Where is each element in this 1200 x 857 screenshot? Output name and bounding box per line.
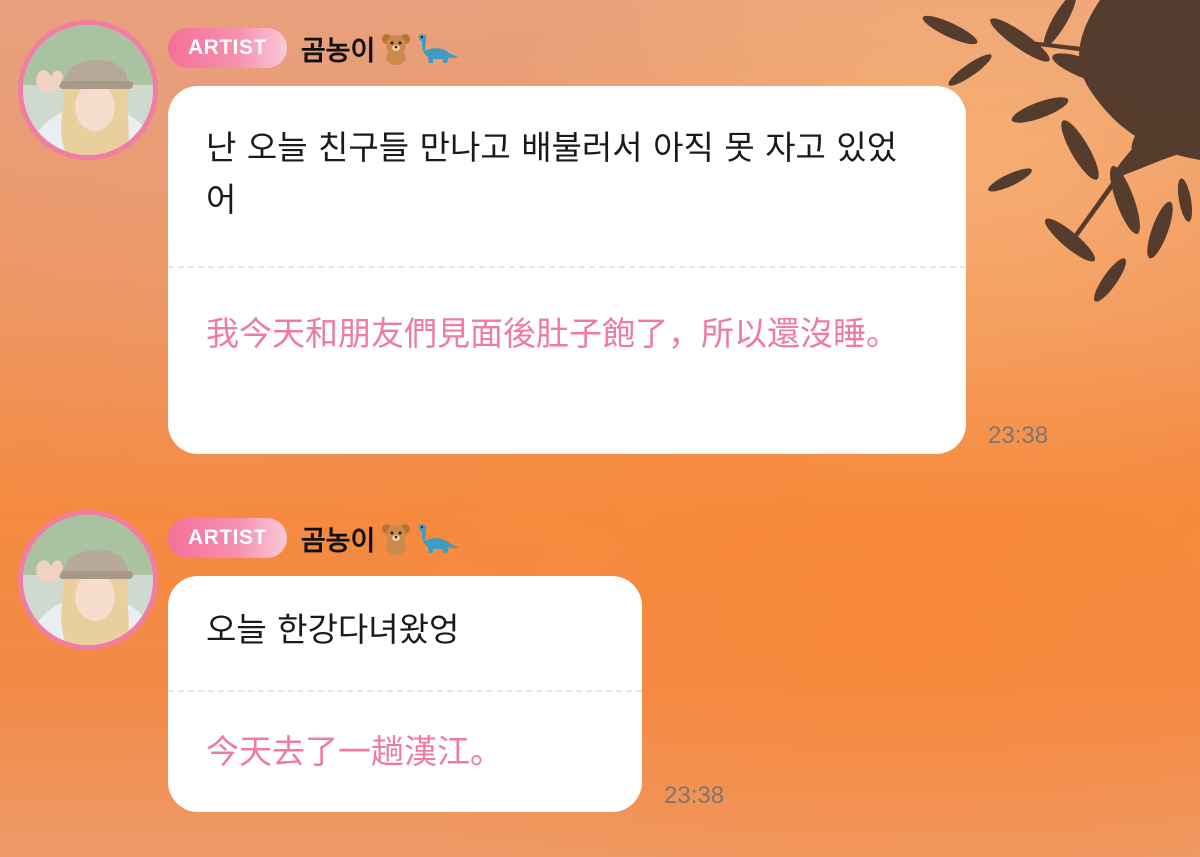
sender-row: ARTIST 곰농이	[168, 516, 460, 560]
sender-emoji	[379, 521, 460, 555]
teddy-bear-icon	[382, 34, 411, 65]
message-timestamp: 23:38	[664, 782, 725, 809]
message-bubble[interactable]: 오늘 한강다녀왔엉 今天去了一趟漢江。	[168, 576, 642, 812]
artist-avatar[interactable]	[18, 510, 158, 650]
message-text: 오늘 한강다녀왔엉	[206, 610, 460, 649]
artist-avatar[interactable]	[18, 20, 158, 160]
teddy-bear-icon	[382, 524, 411, 555]
message-bubble[interactable]: 난 오늘 친구들 만나고 배불러서 아직 못 자고 있었어 我今天和朋友們見面後…	[168, 86, 966, 454]
bubble-divider	[168, 690, 642, 692]
sender-row: ARTIST 곰농이	[168, 26, 460, 70]
message-timestamp: 23:38	[988, 422, 1049, 449]
sender-name[interactable]: 곰농이	[301, 519, 376, 558]
sender-name[interactable]: 곰농이	[301, 29, 376, 68]
translation-text: 我今天和朋友們見面後肚子飽了，所以還沒睡。	[206, 314, 899, 353]
sauropod-icon	[419, 524, 460, 553]
artist-badge: ARTIST	[168, 28, 287, 68]
bubble-divider	[168, 266, 966, 268]
sauropod-icon	[419, 34, 460, 63]
message-text: 난 오늘 친구들 만나고 배불러서 아직 못 자고 있었어	[206, 128, 898, 219]
sender-emoji	[379, 31, 460, 65]
artist-badge: ARTIST	[168, 518, 287, 558]
translation-text: 今天去了一趟漢江。	[206, 732, 503, 771]
